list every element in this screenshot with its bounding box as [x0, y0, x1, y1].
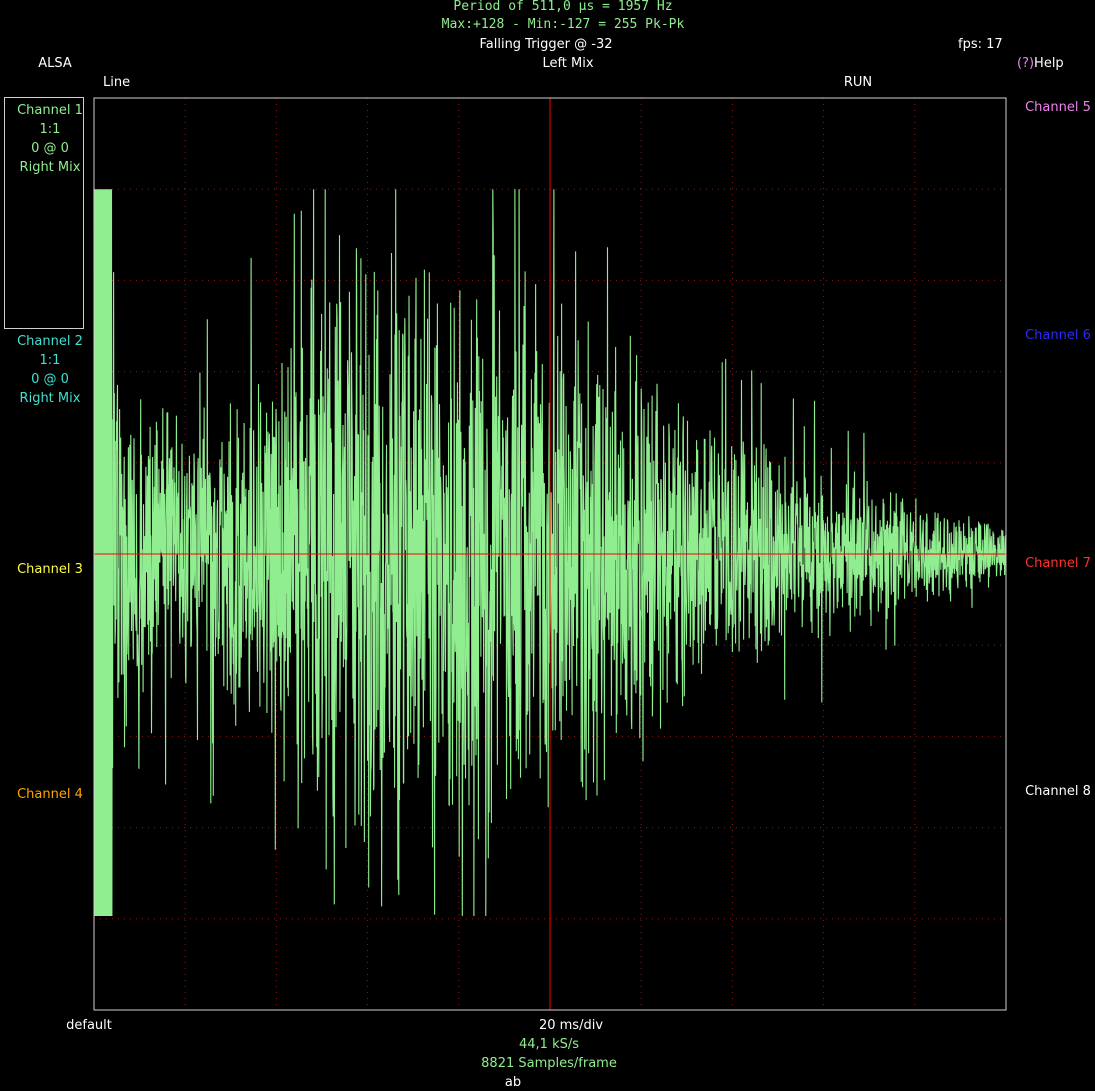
channel-mix-label[interactable]: Left Mix [542, 56, 593, 72]
channel-3-label[interactable]: Channel 3 [0, 560, 100, 579]
channel-7-label[interactable]: Channel 7 [1008, 554, 1095, 573]
channel-2-scale: 1:1 [39, 353, 61, 368]
help-icon: (?) [1017, 56, 1035, 71]
channel-8-label[interactable]: Channel 8 [1008, 782, 1095, 801]
channel-1-mix: Right Mix [19, 160, 81, 175]
input-label[interactable]: Line [103, 75, 130, 91]
channel-5-label[interactable]: Channel 5 [1008, 98, 1095, 117]
timebase-label[interactable]: 20 ms/div [539, 1018, 603, 1034]
channel-1-offset: 0 @ 0 [31, 141, 69, 156]
channel-2-offset: 0 @ 0 [31, 372, 69, 387]
sample-rate-label: 44,1 kS/s [518, 1037, 580, 1052]
help-label: Help [1034, 56, 1064, 71]
channel-1-panel[interactable]: Channel 1 1:1 0 @ 0 Right Mix [0, 101, 100, 177]
amplitude-readout: Max:+128 - Min:-127 = 255 Pk-Pk [441, 17, 685, 32]
channel-6-label[interactable]: Channel 6 [1008, 326, 1095, 345]
run-stop-button[interactable]: RUN [844, 75, 872, 91]
oscilloscope-display[interactable] [0, 0, 1095, 1091]
channel-4-label[interactable]: Channel 4 [0, 785, 100, 804]
help-button[interactable]: (?)Help [1017, 56, 1064, 72]
audio-source-label[interactable]: ALSA [38, 56, 72, 72]
channel-2-name: Channel 2 [17, 334, 83, 349]
channel-2-panel[interactable]: Channel 2 1:1 0 @ 0 Right Mix [0, 332, 100, 408]
trigger-mode-label[interactable]: Falling Trigger @ -32 [479, 37, 612, 53]
fps-counter: fps: 17 [958, 37, 1003, 52]
channel-1-name: Channel 1 [17, 103, 83, 118]
channel-2-mix: Right Mix [19, 391, 81, 406]
keyboard-hint: ab [504, 1075, 522, 1090]
period-readout: Period of 511,0 µs = 1957 Hz [453, 0, 673, 14]
preset-label[interactable]: default [66, 1018, 112, 1034]
samples-per-frame-label: 8821 Samples/frame [481, 1056, 617, 1071]
channel-1-scale: 1:1 [39, 122, 61, 137]
